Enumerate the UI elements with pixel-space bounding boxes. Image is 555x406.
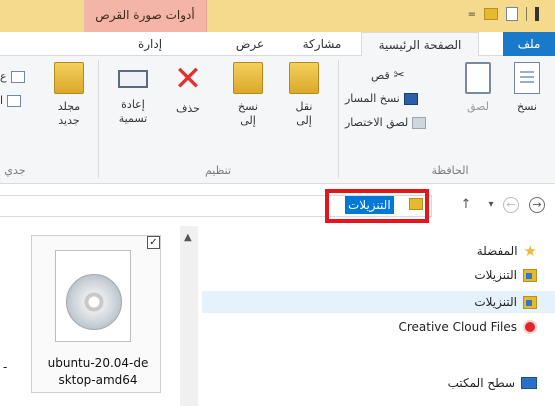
paste-button[interactable]: لصق xyxy=(457,62,499,114)
nav-downloads-selected-label: التنزيلات xyxy=(474,295,517,309)
copy-button[interactable]: نسخ xyxy=(505,62,549,114)
delete-button[interactable]: ✕ حذف xyxy=(166,62,210,116)
tab-view[interactable]: عرض xyxy=(220,32,280,56)
copy-to-label-line2: إلى xyxy=(240,114,256,127)
paste-shortcut-icon xyxy=(412,116,427,129)
copy-path-button[interactable]: نسخ المسار xyxy=(345,92,418,105)
vertical-scrollbar[interactable]: ▲ xyxy=(180,226,198,406)
group-separator xyxy=(98,60,99,178)
disc-image-tools-label: أدوات صورة القرص xyxy=(95,8,195,22)
nav-item-downloads[interactable]: التنزيلات xyxy=(474,264,537,286)
properties-quick-icon[interactable] xyxy=(506,7,518,21)
nav-item-downloads-selected[interactable]: التنزيلات xyxy=(202,291,555,313)
clipboard-group-label: الحافظة xyxy=(431,164,469,177)
new-folder-icon xyxy=(54,62,84,94)
cut-label: قص xyxy=(371,69,390,82)
file-name-line2: sktop-amd64 xyxy=(58,373,138,387)
group-separator xyxy=(338,60,339,178)
copy-label: نسخ xyxy=(517,100,537,113)
paste-shortcut-label: لصق الاختصار xyxy=(345,116,409,129)
nav-item-favorites[interactable]: ★ المفضلة xyxy=(477,240,537,262)
disc-image-icon xyxy=(66,274,122,330)
move-to-label-line2: إلى xyxy=(296,114,312,127)
forward-button[interactable]: ← xyxy=(503,197,519,213)
tab-file[interactable]: ملف xyxy=(503,32,555,56)
nav-item-desktop[interactable]: سطح المكتب xyxy=(448,372,537,394)
file-checkbox[interactable]: ✓ xyxy=(147,236,160,249)
copy-path-icon xyxy=(403,92,418,105)
recent-locations-dropdown[interactable]: ▾ xyxy=(483,197,499,213)
ribbon: نسخ لصق قص ✂ نسخ المسار لصق الاختصار الح… xyxy=(0,56,555,184)
new-item-button[interactable]: ع xyxy=(0,70,25,83)
address-path-text[interactable]: التنزيلات xyxy=(345,196,394,214)
nav-desktop-label: سطح المكتب xyxy=(447,376,515,390)
organize-group-label: تنظيم xyxy=(204,164,232,177)
downloads-icon xyxy=(523,268,537,282)
copy-to-button[interactable]: نسخ إلى xyxy=(226,62,270,128)
nav-item-creative-cloud[interactable]: Creative Cloud Files xyxy=(398,316,537,338)
file-name-line1: ubuntu-20.04-de xyxy=(47,356,149,370)
title-bar: أدوات صورة القرص = xyxy=(0,0,555,32)
new-folder-button[interactable]: مجلد جديد xyxy=(46,62,92,128)
paste-shortcut-button[interactable]: لصق الاختصار xyxy=(345,116,427,129)
copy-icon xyxy=(514,62,540,94)
downloads-icon xyxy=(523,295,537,309)
rename-button[interactable]: إعادة تسمية xyxy=(108,62,158,126)
easy-access-button[interactable]: ا xyxy=(0,94,22,107)
quick-access-toolbar: = xyxy=(468,7,539,21)
column-dash: - xyxy=(3,360,8,374)
rename-label-line2: تسمية xyxy=(118,112,148,125)
star-icon: ★ xyxy=(523,242,537,260)
quick-access-dropdown-icon[interactable]: = xyxy=(468,9,476,20)
easy-access-icon xyxy=(7,94,22,107)
file-name: ubuntu-20.04-de sktop-amd64 xyxy=(36,355,160,389)
scissors-icon: ✂ xyxy=(393,68,405,83)
paste-label: لصق xyxy=(466,100,490,113)
rename-icon xyxy=(118,70,148,88)
address-row: → ← ▾ ↑ xyxy=(0,184,555,226)
back-button[interactable]: → xyxy=(529,197,545,213)
downloads-folder-icon xyxy=(409,198,423,210)
copy-to-label-line1: نسخ xyxy=(238,100,258,113)
new-group-label: جدي xyxy=(4,164,26,177)
disc-image-tools-tab[interactable]: أدوات صورة القرص xyxy=(84,0,207,32)
delete-label: حذف xyxy=(176,102,200,115)
rename-label-line1: إعادة xyxy=(121,98,145,111)
clipboard-icon xyxy=(465,62,491,94)
tab-home[interactable]: الصفحة الرئيسية xyxy=(361,32,479,57)
new-item-label: ع xyxy=(0,70,7,83)
nav-creative-cloud-label: Creative Cloud Files xyxy=(398,320,517,334)
delete-icon: ✕ xyxy=(173,59,203,99)
nav-favorites-label: المفضلة xyxy=(476,244,518,258)
nav-downloads-label: التنزيلات xyxy=(474,268,517,282)
window-edge-icon xyxy=(535,7,539,21)
toolbar-separator xyxy=(526,7,527,21)
move-to-icon xyxy=(289,62,319,94)
tab-share[interactable]: مشاركة xyxy=(287,32,357,56)
move-to-label-line1: نقل xyxy=(295,100,313,113)
creative-cloud-icon xyxy=(523,320,537,334)
tab-manage[interactable]: إدارة xyxy=(110,32,190,56)
copy-to-icon xyxy=(233,62,263,94)
new-folder-label-line1: مجلد xyxy=(57,100,81,113)
move-to-button[interactable]: نقل إلى xyxy=(282,62,326,128)
scroll-up-arrow-icon[interactable]: ▲ xyxy=(184,232,192,243)
new-folder-quick-icon[interactable] xyxy=(484,8,498,20)
easy-access-label: ا xyxy=(0,94,4,107)
cut-button[interactable]: قص ✂ xyxy=(371,68,405,83)
up-button[interactable]: ↑ xyxy=(458,197,474,213)
copy-path-label: نسخ المسار xyxy=(345,92,400,105)
new-item-icon xyxy=(10,70,25,83)
desktop-icon xyxy=(521,377,537,389)
ribbon-tabs: ملف الصفحة الرئيسية مشاركة عرض إدارة xyxy=(0,32,555,57)
new-folder-label-line2: جديد xyxy=(58,114,80,127)
